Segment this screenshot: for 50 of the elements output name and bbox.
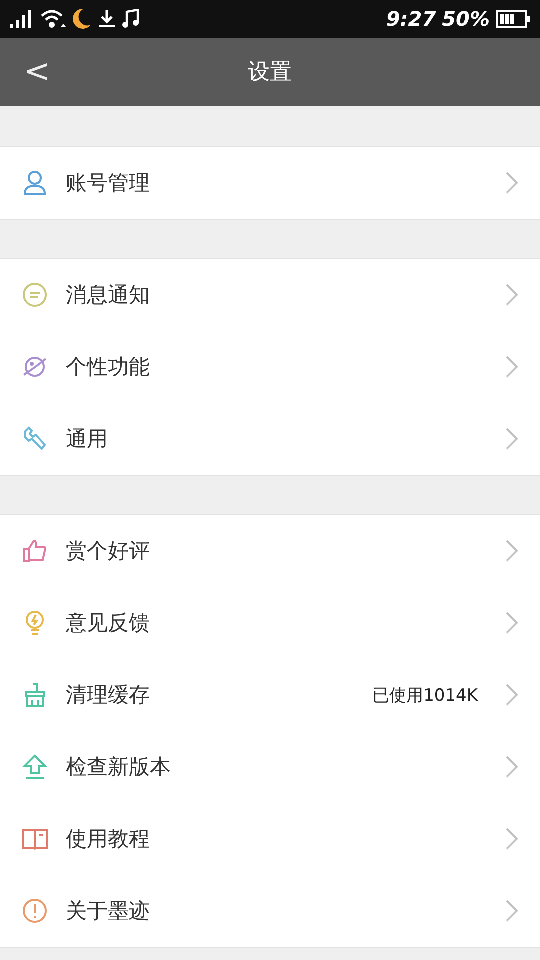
book-icon <box>22 826 48 852</box>
download-icon <box>98 9 116 29</box>
item-label: 关于墨迹 <box>66 898 151 925</box>
brush-icon <box>22 682 48 708</box>
chevron-right-icon <box>506 900 518 922</box>
battery-percent: 50% <box>442 7 490 31</box>
chevron-right-icon <box>506 828 518 850</box>
settings-item[interactable]: 检查新版本 <box>0 731 540 803</box>
back-button[interactable]: < <box>18 52 57 90</box>
page-title: 设置 <box>248 59 292 87</box>
wrench-icon <box>22 426 48 452</box>
settings-item[interactable]: 清理缓存 已使用1014K <box>0 659 540 731</box>
settings-item[interactable]: 个性功能 <box>0 331 540 403</box>
item-label: 个性功能 <box>66 354 151 381</box>
chevron-right-icon <box>506 284 518 306</box>
settings-item[interactable]: 赏个好评 <box>0 515 540 587</box>
planet-icon <box>22 354 48 380</box>
chevron-right-icon <box>506 612 518 634</box>
cache-size: 已使用1014K <box>372 684 478 706</box>
item-label: 通用 <box>66 426 109 453</box>
item-label: 意见反馈 <box>66 610 151 637</box>
item-label: 赏个好评 <box>66 538 151 565</box>
settings-item[interactable]: 消息通知 <box>0 259 540 331</box>
item-label: 使用教程 <box>66 826 151 853</box>
item-label: 账号管理 <box>66 170 151 197</box>
item-label: 清理缓存 <box>66 682 151 709</box>
chevron-right-icon <box>506 684 518 706</box>
chevron-right-icon <box>506 540 518 562</box>
item-label: 检查新版本 <box>66 754 172 781</box>
settings-item[interactable]: 关于墨迹 <box>0 875 540 947</box>
clock-time: 9:27 <box>386 7 436 31</box>
alert-icon <box>22 898 48 924</box>
chevron-right-icon <box>506 756 518 778</box>
music-note-icon <box>122 9 140 29</box>
item-label: 消息通知 <box>66 282 151 309</box>
settings-item[interactable]: 通用 <box>0 403 540 475</box>
chevron-right-icon <box>506 356 518 378</box>
signal-icon <box>10 10 34 28</box>
upload-arrow-icon <box>22 754 48 780</box>
thumbs-up-icon <box>22 538 48 564</box>
settings-item[interactable]: 意见反馈 <box>0 587 540 659</box>
moon-icon <box>72 8 92 30</box>
wifi-icon <box>40 9 66 29</box>
chevron-right-icon <box>506 428 518 450</box>
battery-icon <box>496 10 530 28</box>
chevron-right-icon <box>506 172 518 194</box>
settings-item[interactable]: 使用教程 <box>0 803 540 875</box>
settings-item[interactable]: 账号管理 <box>0 147 540 219</box>
user-icon <box>22 170 48 196</box>
chat-bubble-icon <box>22 282 48 308</box>
